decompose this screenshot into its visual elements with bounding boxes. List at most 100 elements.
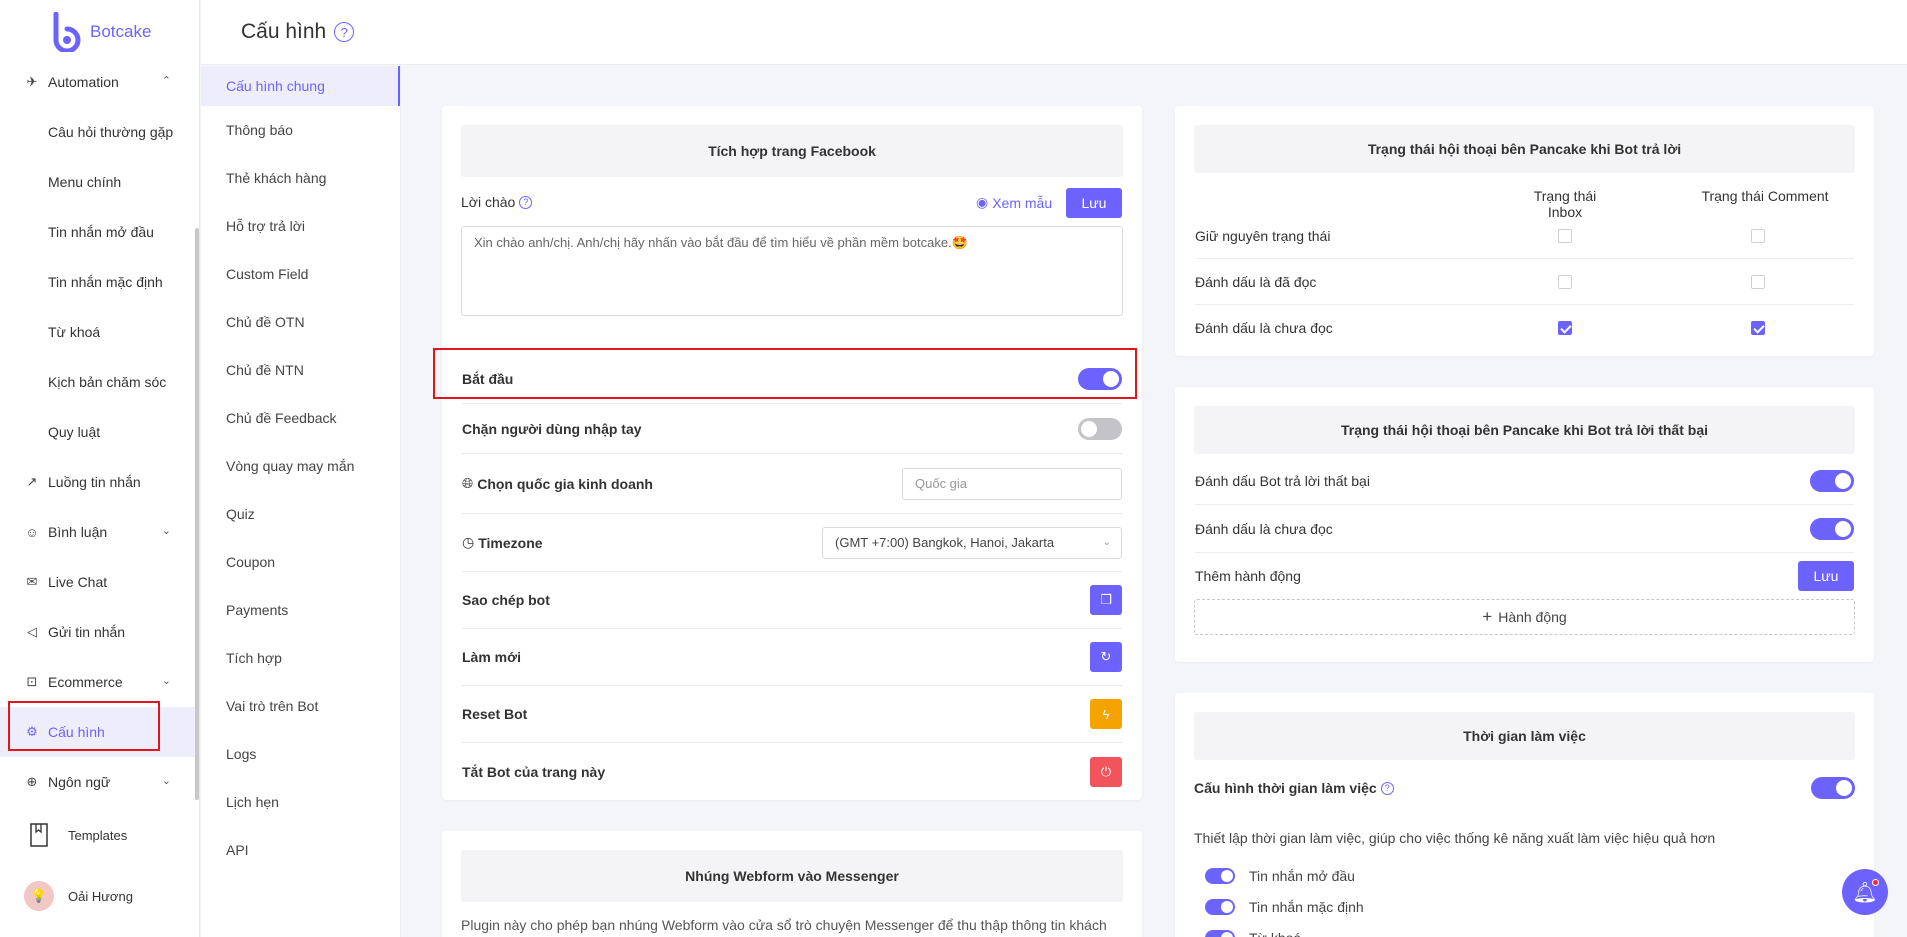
- sidebar-item-12[interactable]: ⊡ Ecommerce ⌄: [0, 657, 195, 707]
- sidebar-item-3[interactable]: Tin nhắn mở đầu: [0, 207, 195, 257]
- worktime-config-label: Cấu hình thời gian làm việc: [1194, 780, 1377, 796]
- sidebar-item-1[interactable]: Câu hỏi thường gặp: [0, 107, 195, 157]
- submenu-item-2[interactable]: Thẻ khách hàng: [201, 154, 400, 202]
- greeting-label: Lời chào: [461, 194, 516, 210]
- submenu-item-5[interactable]: Chủ đề OTN: [201, 298, 400, 346]
- worktime-help-icon[interactable]: ?: [1380, 781, 1394, 795]
- lightning-icon[interactable]: ϟ: [1090, 699, 1122, 729]
- worktime-option: Tin nhắn mở đầu: [1205, 868, 1355, 884]
- sidebar-item-5[interactable]: Từ khoá: [0, 307, 195, 357]
- submenu-item-7[interactable]: Chủ đề Feedback: [201, 394, 400, 442]
- sidebar-item-label: Tin nhắn mở đầu: [48, 224, 154, 240]
- avatar: 💡: [24, 881, 54, 911]
- country-label-wrap: 🌐︎ Chọn quốc gia kinh doanh: [462, 475, 653, 492]
- sidebar-item-label: Automation: [48, 74, 119, 90]
- timezone-value: (GMT +7:00) Bangkok, Hanoi, Jakarta: [835, 535, 1055, 550]
- worktime-option-toggle[interactable]: [1205, 930, 1235, 937]
- worktime-option-toggle[interactable]: [1205, 899, 1235, 915]
- submenu-item-3[interactable]: Hỗ trợ trả lời: [201, 202, 400, 250]
- copy-bot-label: Sao chép bot: [462, 592, 550, 608]
- add-action-button[interactable]: + Hành động: [1194, 599, 1855, 635]
- inbox-checkbox[interactable]: [1558, 321, 1572, 335]
- comment-checkbox[interactable]: [1751, 321, 1765, 335]
- plus-icon: +: [1482, 607, 1493, 626]
- mark-unread-label: Đánh dấu là chưa đọc: [1195, 520, 1333, 537]
- chevron-up-icon: ⌃: [161, 75, 171, 87]
- worktime-toggle[interactable]: [1811, 777, 1855, 799]
- worktime-option: Tin nhắn mặc định: [1205, 899, 1364, 915]
- submenu-item-12[interactable]: Tích hợp: [201, 634, 400, 682]
- country-input[interactable]: Quốc gia: [902, 467, 1122, 500]
- rocket-icon: ✈: [26, 74, 38, 89]
- sidebar-item-label: Từ khoá: [48, 324, 101, 340]
- copy-icon[interactable]: ❐: [1090, 585, 1122, 615]
- submenu-item-16[interactable]: API: [201, 826, 400, 874]
- greeting-help-icon[interactable]: ?: [519, 195, 533, 209]
- block-input-toggle[interactable]: [1078, 417, 1122, 440]
- sidebar-item-4[interactable]: Tin nhắn mặc định: [0, 257, 195, 307]
- submenu-item-4[interactable]: Custom Field: [201, 250, 400, 298]
- sidebar-item-6[interactable]: Kịch bản chăm sóc: [0, 357, 195, 407]
- refresh-icon[interactable]: ↻: [1090, 642, 1122, 672]
- sidebar-scrollbar[interactable]: [195, 228, 199, 800]
- mail-icon: ✉: [26, 574, 38, 589]
- timezone-row: ◷ Timezone (GMT +7:00) Bangkok, Hanoi, J…: [462, 514, 1122, 572]
- comment-checkbox[interactable]: [1751, 229, 1765, 243]
- submenu-item-8[interactable]: Vòng quay may mắn: [201, 442, 400, 490]
- turn-off-bot-label: Tắt Bot của trang này: [462, 763, 606, 780]
- chevron-down-icon: ⌄: [1102, 537, 1111, 548]
- webform-card: Nhúng Webform vào Messenger Plugin này c…: [442, 831, 1142, 937]
- chevron-down-icon: ⌄: [161, 525, 171, 537]
- sidebar-item-label: Gửi tin nhắn: [48, 624, 126, 640]
- sidebar-item-2[interactable]: Menu chính: [0, 157, 195, 207]
- worktime-option-label: Tin nhắn mở đầu: [1249, 868, 1355, 884]
- preview-link[interactable]: ◉ Xem mẫu: [976, 194, 1052, 211]
- notification-bell-icon[interactable]: 🔔︎: [1842, 869, 1888, 915]
- status-row-label: Đánh dấu là đã đọc: [1195, 273, 1317, 290]
- templates-link[interactable]: Templates: [24, 820, 127, 850]
- templates-label: Templates: [68, 827, 128, 843]
- submenu-item-13[interactable]: Vai trò trên Bot: [201, 682, 400, 730]
- power-icon[interactable]: ⏻: [1090, 756, 1122, 787]
- highlight-box-config: [8, 701, 160, 751]
- logo[interactable]: Botcake: [50, 12, 151, 52]
- submenu-item-10[interactable]: Coupon: [201, 538, 400, 586]
- submenu-item-14[interactable]: Logs: [201, 730, 400, 778]
- user-name: Oải Hương: [68, 888, 133, 904]
- greeting-textarea[interactable]: Xin chào anh/chị. Anh/chị hãy nhấn vào b…: [461, 226, 1123, 316]
- sidebar-item-10[interactable]: ✉ Live Chat: [0, 557, 195, 607]
- col-comment-header: Trạng thái Comment: [1701, 188, 1829, 204]
- submenu-item-15[interactable]: Lịch hẹn: [201, 778, 400, 826]
- sidebar-item-7[interactable]: Quy luật: [0, 407, 195, 457]
- fail-save-button[interactable]: Lưu: [1798, 561, 1854, 591]
- sidebar-item-0[interactable]: ✈ Automation ⌃: [0, 57, 195, 107]
- sidebar-item-9[interactable]: ☺ Bình luận ⌄: [0, 507, 195, 557]
- inbox-checkbox[interactable]: [1558, 229, 1572, 243]
- worktime-option-toggle[interactable]: [1205, 868, 1235, 884]
- sidebar-item-8[interactable]: ↗ Luồng tin nhắn: [0, 457, 195, 507]
- help-icon[interactable]: ?: [334, 22, 355, 42]
- user-profile[interactable]: 💡 Oải Hương: [24, 881, 133, 911]
- turn-off-bot-row: Tắt Bot của trang này ⏻: [462, 743, 1122, 800]
- comment-checkbox[interactable]: [1751, 275, 1765, 289]
- add-action-button-label: Hành động: [1498, 609, 1567, 625]
- submenu-item-9[interactable]: Quiz: [201, 490, 400, 538]
- reset-bot-label: Reset Bot: [462, 706, 528, 722]
- inbox-checkbox[interactable]: [1558, 275, 1572, 289]
- mark-fail-toggle[interactable]: [1810, 469, 1854, 492]
- submenu-item-0[interactable]: Cấu hình chung: [201, 66, 400, 106]
- submenu-item-6[interactable]: Chủ đề NTN: [201, 346, 400, 394]
- greeting-save-button[interactable]: Lưu: [1066, 188, 1122, 218]
- clock-icon: ◷: [462, 534, 475, 550]
- submenu-item-1[interactable]: Thông báo: [201, 106, 400, 154]
- sidebar-nav: ✈ Automation ⌃ Câu hỏi thường gặp Menu chính…: [0, 57, 199, 807]
- timezone-select[interactable]: (GMT +7:00) Bangkok, Hanoi, Jakarta ⌄: [822, 526, 1122, 559]
- submenu-item-11[interactable]: Payments: [201, 586, 400, 634]
- sidebar-item-label: Kịch bản chăm sóc: [48, 374, 167, 390]
- sidebar-item-11[interactable]: ◁ Gửi tin nhắn: [0, 607, 195, 657]
- pancake-fail-card: Trạng thái hội thoại bên Pancake khi Bot…: [1175, 387, 1874, 662]
- worktime-option: Từ khoá: [1205, 930, 1301, 937]
- sidebar-item-14[interactable]: ⊕ Ngôn ngữ ⌄: [0, 757, 195, 807]
- chevron-down-icon: ⌄: [161, 675, 171, 687]
- mark-unread-toggle[interactable]: [1810, 517, 1854, 540]
